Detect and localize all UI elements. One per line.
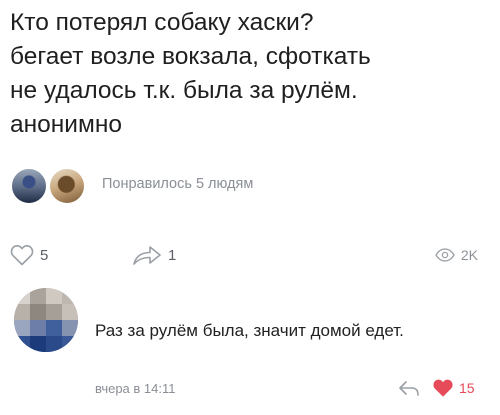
- comment-text: Раз за рулём была, значит домой едет.: [95, 321, 404, 340]
- like-count: 5: [40, 246, 49, 264]
- post-line: Кто потерял собаку хаски?: [10, 9, 314, 36]
- comment: Раз за рулём была, значит домой едет. вч…: [10, 282, 490, 412]
- share-icon: [133, 246, 161, 265]
- heart-filled-icon: [433, 379, 453, 397]
- post-actions: 5 1 2K: [10, 240, 490, 270]
- reply-icon: [399, 381, 419, 396]
- heart-icon: [10, 245, 34, 266]
- views-count: 2K: [460, 247, 478, 263]
- comment-like-count: 15: [459, 380, 475, 396]
- post-line: не удалось т.к. была за рулём.: [10, 77, 358, 104]
- reply-button[interactable]: [398, 380, 420, 398]
- post-line: бегает возле вокзала, сфоткать: [10, 43, 371, 70]
- comment-timestamp: вчера в 14:11: [95, 381, 176, 396]
- likes-count-text[interactable]: Понравилось 5 людям: [102, 176, 253, 192]
- liker-avatar[interactable]: [48, 167, 86, 205]
- post-line: анонимно: [10, 111, 122, 138]
- share-count: 1: [168, 246, 177, 264]
- liker-avatars[interactable]: [10, 166, 90, 205]
- comment-like-button[interactable]: 15: [432, 378, 475, 398]
- views-indicator: 2K: [435, 240, 478, 270]
- like-button[interactable]: 5: [10, 240, 48, 270]
- liker-avatar[interactable]: [10, 167, 48, 205]
- share-button[interactable]: 1: [132, 240, 176, 270]
- likes-summary[interactable]: Понравилось 5 людям: [10, 166, 253, 205]
- post-text: Кто потерял собаку хаски? бегает возле в…: [10, 6, 490, 142]
- avatar[interactable]: [14, 288, 78, 352]
- eye-icon: [435, 248, 455, 262]
